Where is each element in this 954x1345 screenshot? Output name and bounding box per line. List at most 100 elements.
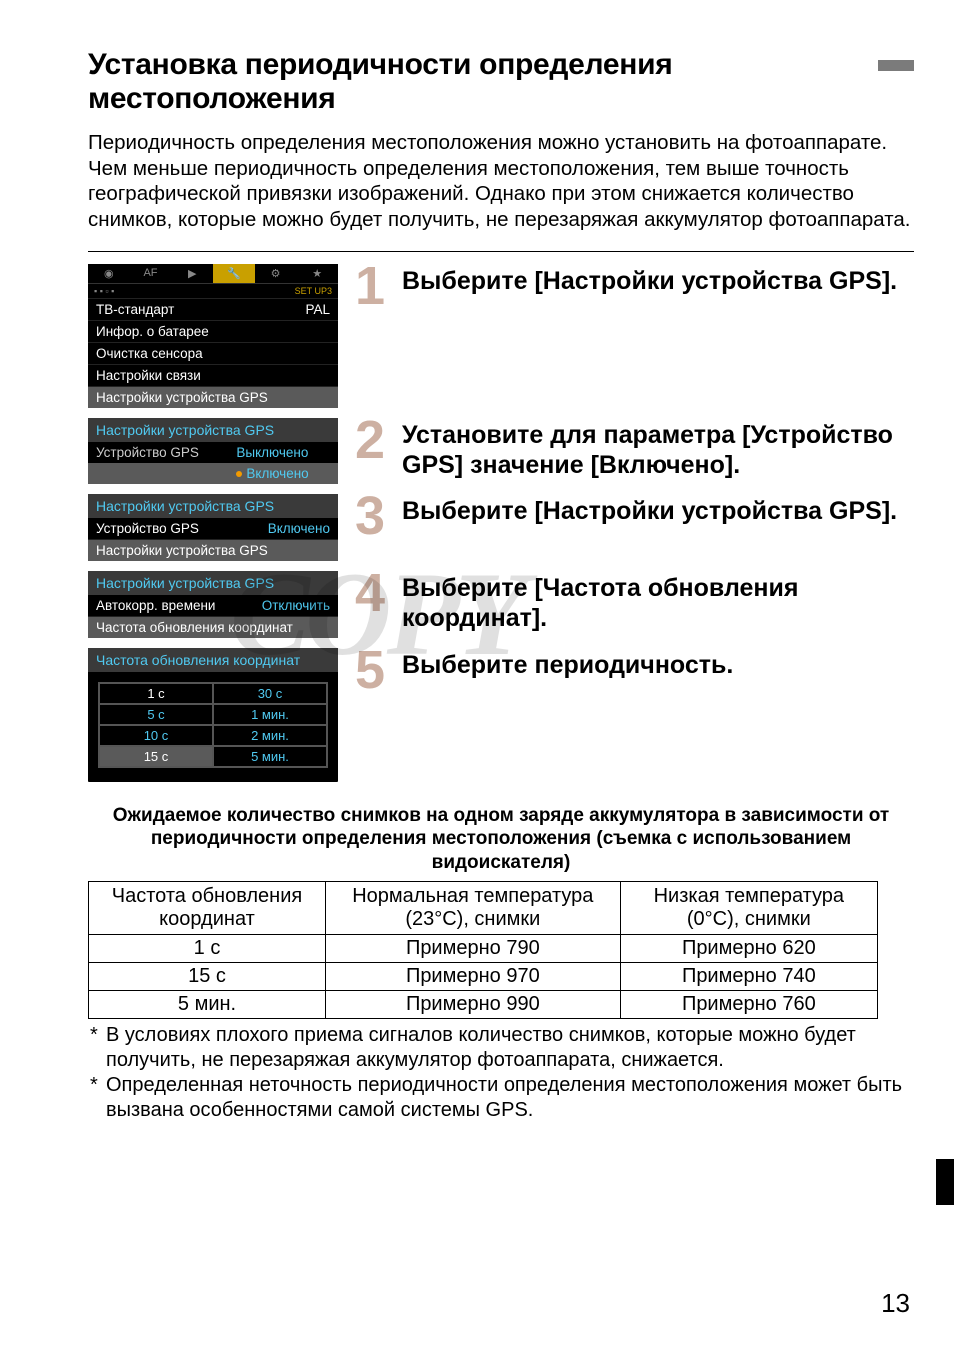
menu5-title: Частота обновления координат <box>88 648 338 672</box>
menu4-row1-value: Отключить <box>262 598 330 613</box>
menu4-row2-highlight: Частота обновления координат <box>88 616 338 638</box>
th-low-temp: Низкая температура (0°C), снимки <box>620 881 877 934</box>
table-row: 15 с Примерно 970 Примерно 740 <box>89 962 878 990</box>
footnote-1: *В условиях плохого приема сигналов коли… <box>106 1023 914 1073</box>
table-row: 5 мин. Примерно 990 Примерно 760 <box>89 990 878 1018</box>
cell: Примерно 760 <box>620 990 877 1018</box>
step-number-4: 4 <box>352 571 388 617</box>
tab-camera-icon: ◉ <box>88 264 130 283</box>
step-1: ◉ AF ▶ 🔧 ⚙ ★ ▪ ▪ ▫ ▪ SET UP3 ТВ-стандарт… <box>88 264 914 408</box>
cell: 1 с <box>89 934 326 962</box>
menu2-param: Устройство GPS <box>96 445 213 460</box>
step-text-2: Установите для параметра [Устройство GPS… <box>402 418 914 480</box>
interval-5s: 5 с <box>99 704 213 725</box>
step-number-1: 1 <box>352 264 388 310</box>
setup-label: SET UP3 <box>295 286 332 296</box>
cell: Примерно 620 <box>620 934 877 962</box>
menu1-row4-highlight: Настройки устройства GPS <box>88 386 338 408</box>
menu4-row2-label: Частота обновления координат <box>96 620 293 635</box>
subtab-dots: ▪ ▪ ▫ ▪ <box>94 286 114 296</box>
tab-play-icon: ▶ <box>171 264 213 283</box>
cell: Примерно 990 <box>325 990 620 1018</box>
menu-screenshot-2: Настройки устройства GPS Устройство GPS … <box>88 418 338 484</box>
menu-tab-bar: ◉ AF ▶ 🔧 ⚙ ★ <box>88 264 338 284</box>
asterisk-icon: * <box>90 1073 106 1098</box>
step-4: Настройки устройства GPS Автокорр. време… <box>88 571 914 638</box>
footnote-2: *Определенная неточность периодичности о… <box>106 1073 914 1123</box>
steps-container: ◉ AF ▶ 🔧 ⚙ ★ ▪ ▪ ▫ ▪ SET UP3 ТВ-стандарт… <box>88 264 914 782</box>
menu1-row0: ТВ-стандарт PAL <box>88 299 338 320</box>
tab-star-icon: ★ <box>296 264 338 283</box>
tab-custom-icon: ⚙ <box>255 264 297 283</box>
side-thumb-tab <box>936 1159 954 1205</box>
interval-1s: 1 с <box>99 683 213 704</box>
cell: Примерно 790 <box>325 934 620 962</box>
selected-dot-icon <box>236 471 242 477</box>
step-number-5: 5 <box>352 648 388 694</box>
menu-screenshot-5: Частота обновления координат 1 с 30 с 5 … <box>88 648 338 782</box>
cell: 5 мин. <box>89 990 326 1018</box>
tab-af-icon: AF <box>130 264 172 283</box>
shots-table: Частота обновления координат Нормальная … <box>88 881 878 1019</box>
table-caption: Ожидаемое количество снимков на одном за… <box>88 804 914 875</box>
page-number: 13 <box>881 1288 910 1319</box>
step-3: Настройки устройства GPS Устройство GPS … <box>88 494 914 561</box>
step-text-4: Выберите [Частота обновления координат]. <box>402 571 914 633</box>
step-text-5: Выберите периодичность. <box>402 648 733 680</box>
menu2-title: Настройки устройства GPS <box>88 418 338 442</box>
menu1-row1-label: Инфор. о батарее <box>96 324 209 339</box>
title-text: Установка периодичности определения мест… <box>88 48 864 116</box>
interval-30s: 30 с <box>213 683 327 704</box>
menu1-row2-label: Очистка сенсора <box>96 346 203 361</box>
menu2-opt-on: Включено <box>246 466 308 481</box>
cell: 15 с <box>89 962 326 990</box>
horizontal-divider <box>88 251 914 252</box>
menu-screenshot-4: Настройки устройства GPS Автокорр. време… <box>88 571 338 638</box>
menu-screenshot-1: ◉ AF ▶ 🔧 ⚙ ★ ▪ ▪ ▫ ▪ SET UP3 ТВ-стандарт… <box>88 264 338 408</box>
menu1-row3-label: Настройки связи <box>96 368 201 383</box>
interval-1min: 1 мин. <box>213 704 327 725</box>
menu3-title: Настройки устройства GPS <box>88 494 338 518</box>
cell: Примерно 740 <box>620 962 877 990</box>
menu1-row1: Инфор. о батарее <box>88 320 338 342</box>
step-number-2: 2 <box>352 418 388 464</box>
menu4-row1-label: Автокорр. времени <box>96 598 215 613</box>
menu2-param-blank <box>96 466 213 481</box>
cell: Примерно 970 <box>325 962 620 990</box>
step-number-3: 3 <box>352 494 388 540</box>
table-header-row: Частота обновления координат Нормальная … <box>89 881 878 934</box>
menu4-title: Настройки устройства GPS <box>88 571 338 595</box>
footnotes: *В условиях плохого приема сигналов коли… <box>88 1023 914 1123</box>
footnote-2-text: Определенная неточность периодичности оп… <box>106 1074 902 1121</box>
menu3-row1-value: Включено <box>268 521 330 536</box>
footnote-1-text: В условиях плохого приема сигналов колич… <box>106 1024 856 1071</box>
interval-options-grid: 1 с 30 с 5 с 1 мин. 10 с 2 мин. 15 с 5 м… <box>98 682 328 768</box>
step-text-3: Выберите [Настройки устройства GPS]. <box>402 494 897 526</box>
step-2: Настройки устройства GPS Устройство GPS … <box>88 418 914 484</box>
menu1-row2: Очистка сенсора <box>88 342 338 364</box>
interval-2min: 2 мин. <box>213 725 327 746</box>
intro-paragraph: Периодичность определения местоположения… <box>88 130 914 233</box>
title-accent-bar <box>878 60 914 71</box>
menu1-row0-value: PAL <box>305 302 330 317</box>
menu3-row2-highlight: Настройки устройства GPS <box>88 539 338 561</box>
step-5: Частота обновления координат 1 с 30 с 5 … <box>88 648 914 782</box>
menu3-row1-label: Устройство GPS <box>96 521 199 536</box>
menu2-opt-off: Выключено <box>236 445 330 460</box>
menu1-row4-label: Настройки устройства GPS <box>96 390 268 405</box>
menu1-row3: Настройки связи <box>88 364 338 386</box>
interval-15s-selected: 15 с <box>99 746 213 767</box>
asterisk-icon: * <box>90 1023 106 1048</box>
th-interval: Частота обновления координат <box>89 881 326 934</box>
menu-screenshot-3: Настройки устройства GPS Устройство GPS … <box>88 494 338 561</box>
interval-10s: 10 с <box>99 725 213 746</box>
menu4-row1: Автокорр. времени Отключить <box>88 595 338 616</box>
menu1-row0-label: ТВ-стандарт <box>96 302 174 317</box>
interval-5min: 5 мин. <box>213 746 327 767</box>
menu3-row2-label: Настройки устройства GPS <box>96 543 268 558</box>
table-row: 1 с Примерно 790 Примерно 620 <box>89 934 878 962</box>
menu-subtabs: ▪ ▪ ▫ ▪ SET UP3 <box>88 284 338 299</box>
step-text-1: Выберите [Настройки устройства GPS]. <box>402 264 897 296</box>
th-normal-temp: Нормальная температура (23°C), снимки <box>325 881 620 934</box>
menu3-row1: Устройство GPS Включено <box>88 518 338 539</box>
